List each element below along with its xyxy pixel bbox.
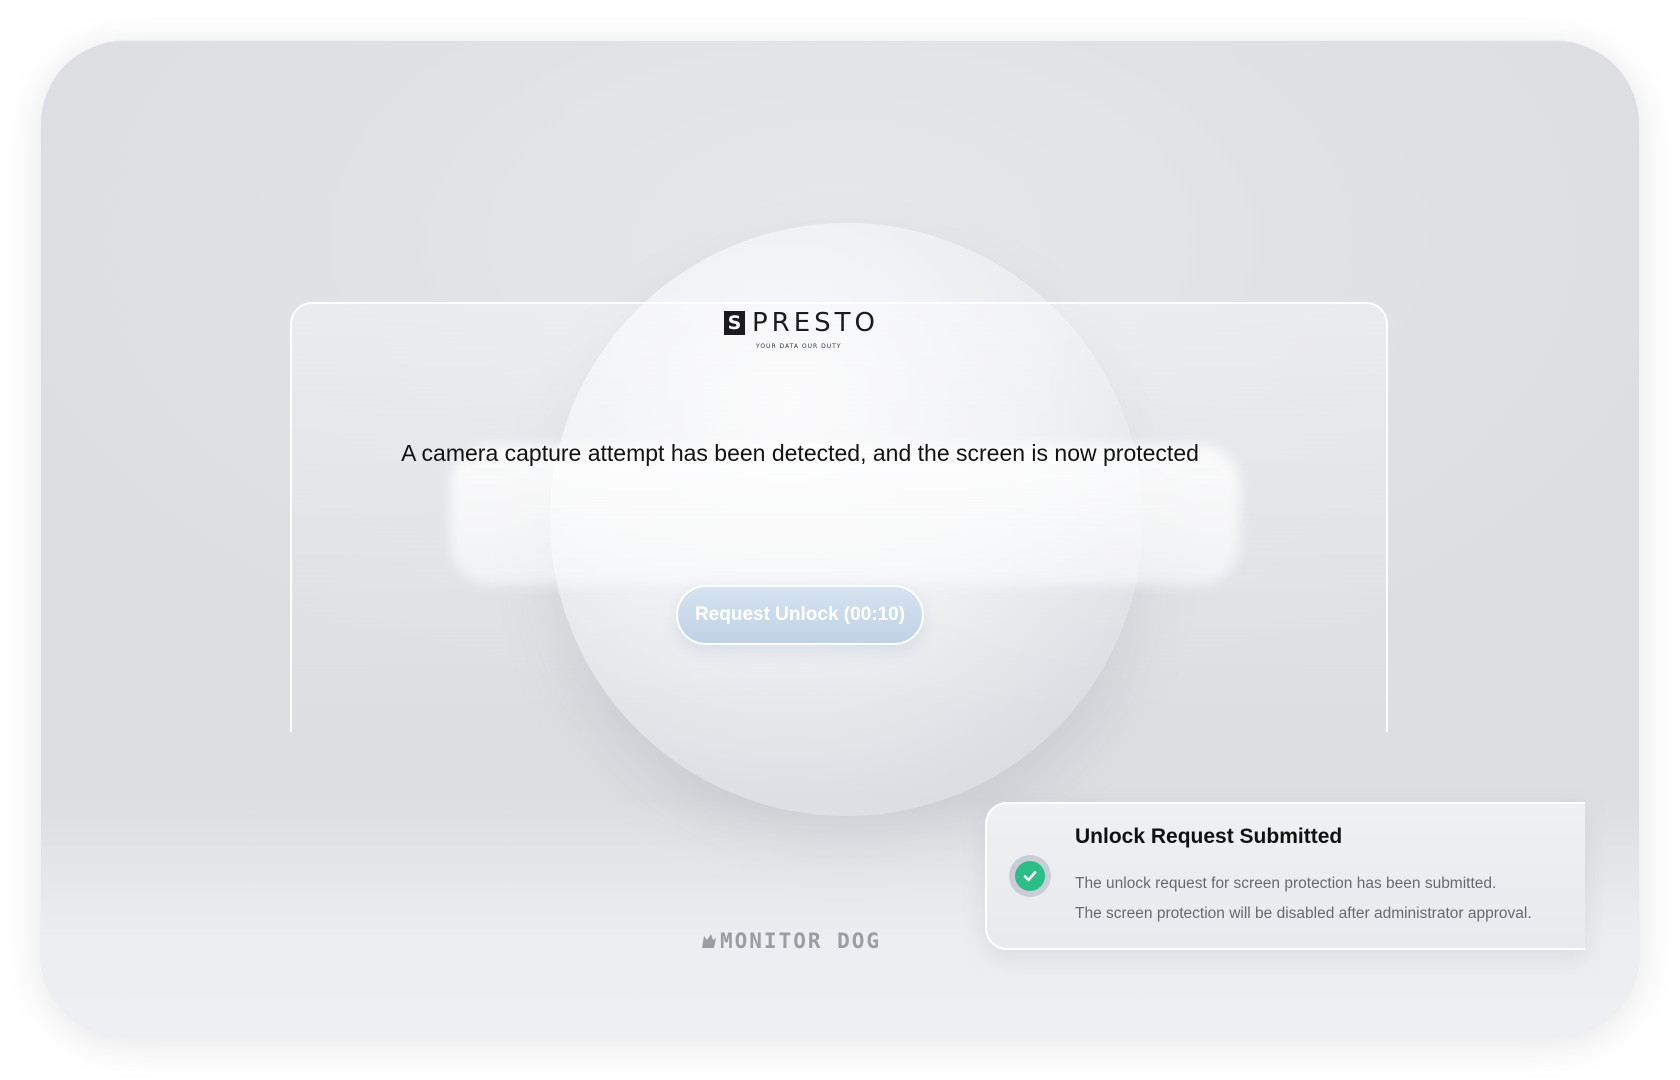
request-unlock-label: Request Unlock (00:10) — [694, 604, 906, 625]
toast-message-line-2: The screen protection will be disabled a… — [1075, 905, 1532, 922]
logo-tagline: YOUR DATA OUR DUTY — [756, 343, 842, 350]
toast-message-line-1: The unlock request for screen protection… — [1075, 875, 1497, 892]
check-circle-icon — [1009, 855, 1051, 897]
presto-logo: S PRESTO YOUR DATA OUR DUTY — [724, 309, 884, 355]
logo-word: PRESTO — [752, 308, 880, 338]
monitor-dog-brand: MONITOR DOG — [700, 929, 940, 959]
request-unlock-button[interactable]: Request Unlock (00:10) — [676, 585, 924, 645]
protection-message: A camera capture attempt has been detect… — [401, 440, 1199, 466]
brand-text: MONITOR DOG — [720, 929, 882, 953]
dog-icon — [702, 934, 716, 948]
glass-panel — [290, 302, 1388, 732]
toast-title: Unlock Request Submitted — [1075, 825, 1343, 848]
unlock-request-toast: Unlock Request Submitted The unlock requ… — [985, 802, 1585, 950]
logo-mark: S — [724, 311, 745, 335]
